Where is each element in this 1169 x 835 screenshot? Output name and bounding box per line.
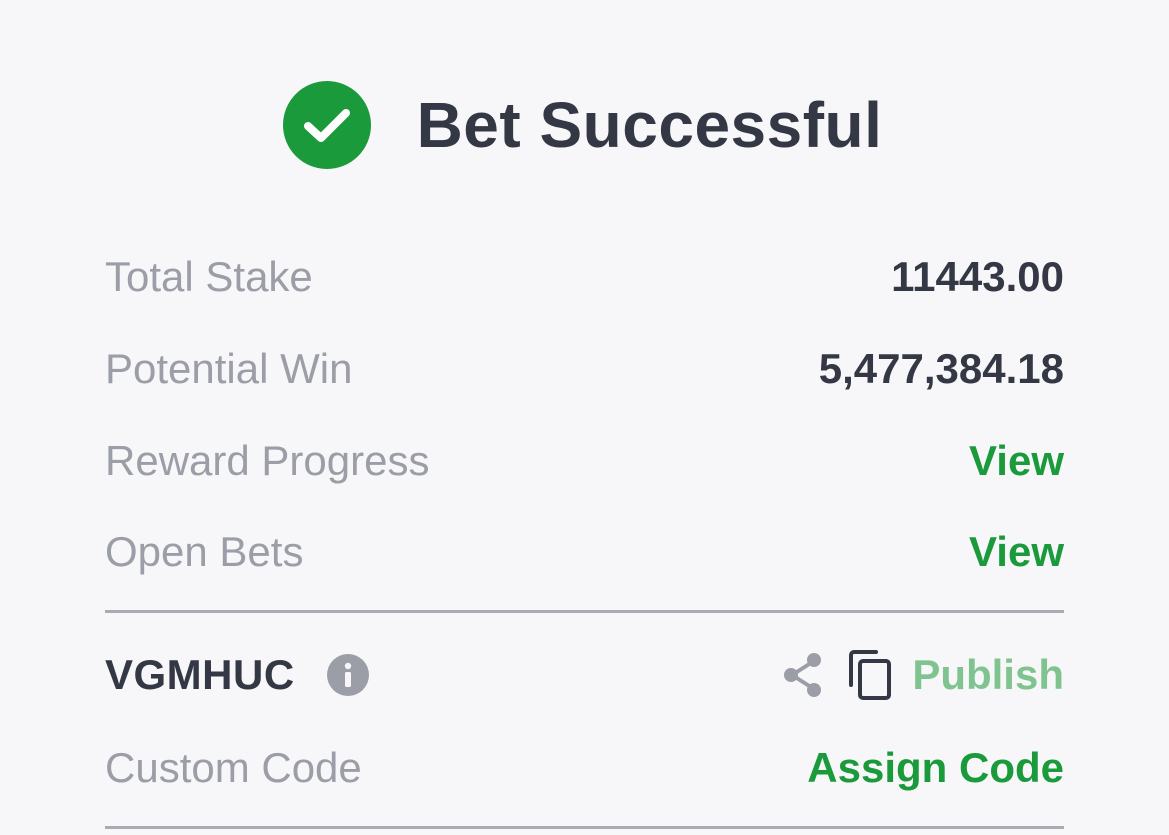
booking-code-actions: Publish [780, 648, 1064, 702]
divider-bottom [105, 826, 1064, 829]
check-circle-icon [282, 81, 371, 169]
potential-win-label: Potential Win [105, 345, 353, 392]
custom-code-row: Custom Code Assign Code [105, 738, 1064, 798]
assign-code-link[interactable]: Assign Code [807, 744, 1064, 792]
total-stake-row: Total Stake 11443.00 [105, 247, 1064, 307]
bet-confirmation-page: Bet Successful Total Stake 11443.00 Pote… [0, 0, 1169, 835]
reward-progress-view-link[interactable]: View [969, 437, 1064, 485]
reward-progress-row: Reward Progress View [105, 431, 1064, 491]
share-icon[interactable] [780, 650, 826, 700]
total-stake-label: Total Stake [105, 253, 313, 300]
page-title: Bet Successful [416, 89, 883, 161]
publish-button[interactable]: Publish [912, 651, 1064, 699]
open-bets-view-link[interactable]: View [969, 528, 1064, 576]
total-stake-value: 11443.00 [891, 253, 1064, 300]
open-bets-row: Open Bets View [105, 522, 1064, 582]
booking-code-group: VGMHUC [105, 651, 369, 699]
custom-code-label: Custom Code [105, 744, 362, 791]
info-icon[interactable] [326, 654, 369, 696]
bet-success-header: Bet Successful [0, 80, 1169, 170]
copy-icon[interactable] [846, 648, 894, 702]
open-bets-label: Open Bets [105, 528, 304, 575]
divider [105, 610, 1064, 613]
potential-win-value: 5,477,384.18 [818, 345, 1064, 392]
booking-code-row: VGMHUC Publish [105, 645, 1064, 705]
reward-progress-label: Reward Progress [105, 437, 430, 484]
booking-code: VGMHUC [105, 651, 295, 698]
potential-win-row: Potential Win 5,477,384.18 [105, 339, 1064, 399]
